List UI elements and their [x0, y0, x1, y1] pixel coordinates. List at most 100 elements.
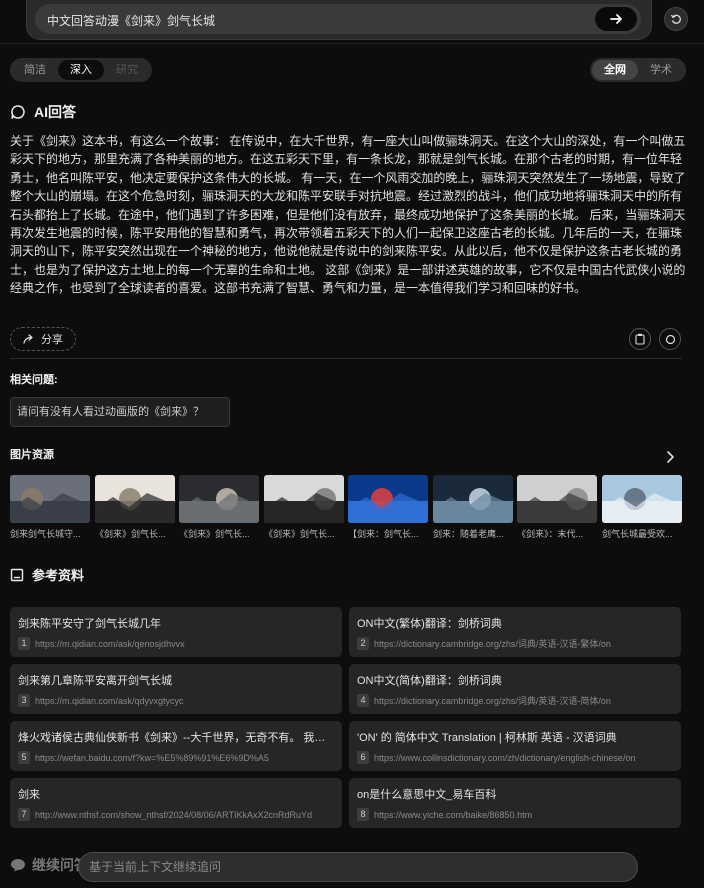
search-box[interactable]: 中文回答动漫《剑来》剑气长城 [35, 4, 641, 34]
reference-card[interactable]: ON中文(简体)翻译：剑桥词典 4 https://dictionary.cambr… [349, 664, 681, 714]
reference-number: 2 [357, 637, 369, 650]
reference-card[interactable]: 烽火戏诸侯古典仙侠新书《剑来》--大千世界，无奇不有。 我陈平安，唯有一剑 5 ht… [10, 721, 342, 771]
share-label: 分享 [41, 334, 63, 346]
reference-title: ON中文(简体)翻译：剑桥词典 [357, 675, 502, 687]
image-caption: 剑来剑气长城守... [10, 529, 81, 539]
reference-source: 4 https://dictionary.cambridge.org/zhs/词典… [357, 694, 673, 707]
share-icon [23, 334, 33, 344]
arrow-right-icon [610, 14, 622, 24]
image-thumbnail [10, 475, 90, 523]
reference-url: https://www.yiche.com/baike/86850.htm [374, 809, 533, 820]
scope-academic[interactable]: 学术 [638, 60, 684, 80]
reference-card[interactable]: 'ON' 的 简体中文 Translation | 柯林斯 英语 - 汉语词典 6… [349, 721, 681, 771]
image-caption: 《剑来》剑气长... [179, 529, 250, 539]
reference-source: 8 https://www.yiche.com/baike/86850.htm [357, 808, 673, 821]
reference-card[interactable]: on是什么意思中文_易车百科 8 https://www.yiche.com/bai… [349, 778, 681, 828]
copy-button[interactable] [629, 328, 651, 350]
reference-title: on是什么意思中文_易车百科 [357, 789, 497, 801]
undo-button[interactable] [664, 7, 688, 31]
reference-number: 4 [357, 694, 369, 707]
image-thumbnail-item[interactable]: 剑来剑气长城守... [10, 475, 90, 540]
reference-source: 7 http://www.nthsf.com/show_nthsf/2024/08… [18, 808, 334, 821]
mode-research[interactable]: 研究 [104, 60, 150, 80]
reference-card[interactable]: 剑来第几章陈平安离开剑气长城 3 https://m.qidian.com/ask/… [10, 664, 342, 714]
mode-deep[interactable]: 深入 [58, 60, 104, 80]
search-panel: 中文回答动漫《剑来》剑气长城 [26, 0, 652, 40]
submit-button[interactable] [595, 7, 637, 31]
followup-heading: 继续问答 [10, 855, 88, 875]
divider [10, 358, 682, 359]
image-thumbnail [517, 475, 597, 523]
image-caption: 剑气长城最受欢... [602, 529, 673, 539]
ai-answer-text: 关于《剑来》这本书，有这么一个故事： 在传说中，在大千世界，有一座大山叫做骊珠洞… [10, 134, 686, 296]
reference-url: https://wefan.baidu.com/f?kw=%E5%89%91%E… [35, 752, 269, 763]
reference-number: 1 [18, 637, 30, 650]
image-caption: 【剑来：剑气长... [348, 529, 419, 539]
reference-source: 6 https://www.collinsdictionary.com/zh/di… [357, 751, 673, 764]
images-next-button[interactable] [664, 450, 676, 467]
share-button[interactable]: 分享 [10, 327, 76, 351]
clipboard-icon [635, 333, 645, 345]
related-heading: 相关问题: [10, 374, 58, 386]
reference-card[interactable]: ON中文(繁体)翻译：剑桥词典 2 https://dictionary.cambr… [349, 607, 681, 657]
reference-source: 1 https://m.qidian.com/ask/qenosjdhvvx [18, 637, 334, 650]
refresh-icon [665, 334, 675, 344]
scope-selector: 全网 学术 [590, 58, 686, 82]
reference-url: http://www.nthsf.com/show_nthsf/2024/08/… [35, 809, 312, 820]
image-caption: 《剑来》：末代... [517, 529, 584, 539]
reference-title: ON中文(繁体)翻译：剑桥词典 [357, 618, 502, 630]
reference-number: 6 [357, 751, 369, 764]
reference-number: 3 [18, 694, 30, 707]
reference-title: 烽火戏诸侯古典仙侠新书《剑来》--大千世界，无奇不有。 我陈平安，唯有一剑 [18, 732, 334, 744]
mode-selector: 简洁 深入 研究 [10, 58, 152, 82]
image-thumbnail-item[interactable]: 《剑来》剑气长... [95, 475, 175, 540]
scope-web[interactable]: 全网 [592, 60, 638, 80]
related-question[interactable]: 请问有没有人看过动画版的《剑来》？ [10, 397, 230, 427]
image-thumbnail [179, 475, 259, 523]
mode-concise[interactable]: 简洁 [12, 60, 58, 80]
reference-source: 5 https://wefan.baidu.com/f?kw=%E5%89%91%… [18, 751, 334, 764]
reference-url: https://m.qidian.com/ask/qdyvxgtycyc [35, 695, 184, 706]
document-icon [10, 568, 24, 581]
image-thumbnail [433, 475, 513, 523]
reference-number: 5 [18, 751, 30, 764]
reference-source: 2 https://dictionary.cambridge.org/zhs/词典… [357, 637, 673, 650]
image-thumbnail [264, 475, 344, 523]
regenerate-button[interactable] [659, 328, 681, 350]
reference-url: https://m.qidian.com/ask/qenosjdhvvx [35, 638, 185, 649]
top-bar: 中文回答动漫《剑来》剑气长城 [0, 0, 704, 44]
references-heading: 参考资料 [10, 565, 84, 584]
reference-card[interactable]: 剑来 7 http://www.nthsf.com/show_nthsf/2024/… [10, 778, 342, 828]
image-thumbnail-item[interactable]: 《剑来》剑气长... [179, 475, 259, 540]
reference-url: https://www.collinsdictionary.com/zh/dic… [374, 752, 636, 763]
image-thumbnail-item[interactable]: 【剑来：剑气长... [348, 475, 428, 540]
image-thumbnail-item[interactable]: 《剑来》剑气长... [264, 475, 344, 540]
chat-bubble-icon [11, 105, 25, 119]
image-caption: 《剑来》剑气长... [264, 529, 335, 539]
reference-source: 3 https://m.qidian.com/ask/qdyvxgtycyc [18, 694, 334, 707]
chat-icon [11, 859, 25, 872]
reference-card[interactable]: 剑来陈平安守了剑气长城几年 1 https://m.qidian.com/ask/q… [10, 607, 342, 657]
image-caption: 《剑来》剑气长... [95, 529, 166, 539]
images-heading: 图片资源 [10, 449, 54, 461]
search-query[interactable]: 中文回答动漫《剑来》剑气长城 [47, 12, 215, 29]
reference-title: 剑来陈平安守了剑气长城几年 [18, 618, 161, 630]
followup-input[interactable]: 基于当前上下文继续追问 [78, 852, 638, 882]
image-strip: 剑来剑气长城守... 《剑来》剑气长... 《剑来》剑气长... 《剑来》剑气长...… [10, 475, 682, 541]
reference-url: https://dictionary.cambridge.org/zhs/词典/… [374, 639, 611, 649]
image-thumbnail-item[interactable]: 剑来：随着老鹰... [433, 475, 513, 540]
image-thumbnail [602, 475, 682, 523]
image-thumbnail [95, 475, 175, 523]
reference-number: 8 [357, 808, 369, 821]
reference-title: 'ON' 的 简体中文 Translation | 柯林斯 英语 - 汉语词典 [357, 732, 617, 744]
ai-answer-heading: AI回答 [10, 102, 76, 122]
ai-answer-title: AI回答 [34, 104, 76, 120]
image-thumbnail-item[interactable]: 剑气长城最受欢... [602, 475, 682, 540]
undo-icon [670, 14, 681, 24]
image-thumbnail [348, 475, 428, 523]
reference-title: 剑来 [18, 789, 40, 801]
references-title: 参考资料 [32, 568, 85, 583]
chevron-right-icon [667, 451, 674, 463]
image-thumbnail-item[interactable]: 《剑来》：末代... [517, 475, 597, 540]
reference-url: https://dictionary.cambridge.org/zhs/词典/… [374, 696, 611, 706]
